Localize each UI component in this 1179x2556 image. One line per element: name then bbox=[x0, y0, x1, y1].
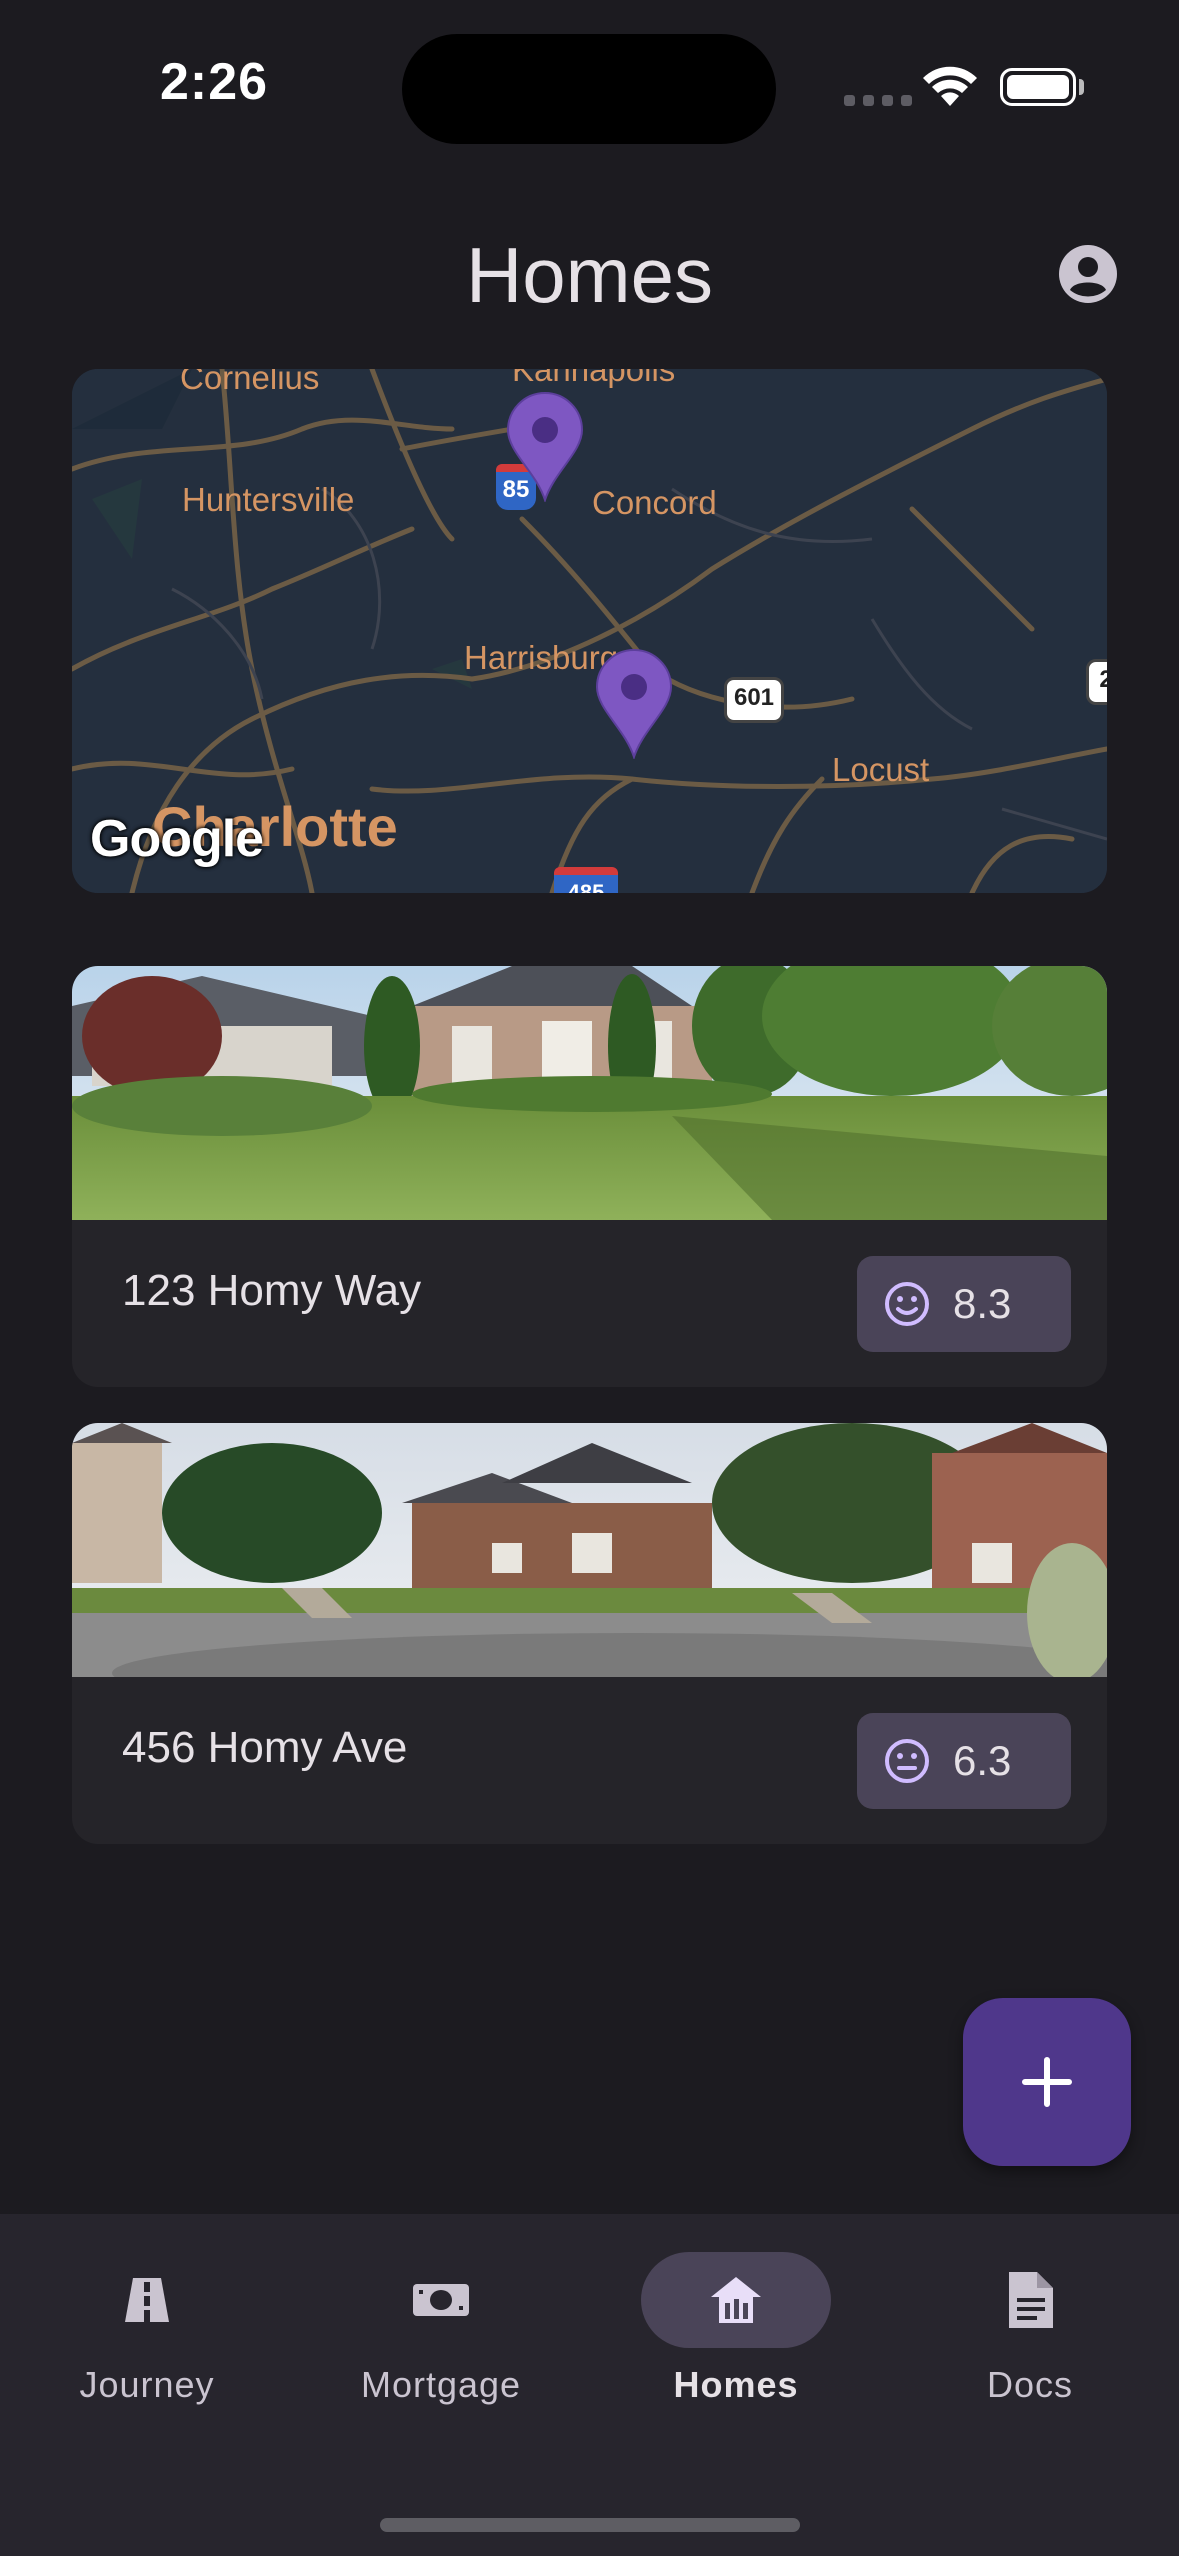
nav-label: Journey bbox=[79, 2364, 215, 2405]
nav-icon-container bbox=[52, 2252, 242, 2348]
homes-screen: 2:26 Homes Cornelius Kannapolis Huntersv… bbox=[0, 0, 1179, 2556]
battery-cap bbox=[1079, 79, 1084, 95]
map-label-huntersville: Huntersville bbox=[182, 481, 355, 518]
add-home-button[interactable] bbox=[963, 1998, 1131, 2166]
home-indicator bbox=[380, 2518, 800, 2532]
nav-item-homes[interactable]: Homes bbox=[589, 2214, 883, 2454]
document-icon bbox=[1009, 2272, 1053, 2328]
map-label-kannapolis: Kannapolis bbox=[512, 369, 676, 388]
map-label-cornelius: Cornelius bbox=[180, 369, 320, 396]
home-photo bbox=[72, 966, 1107, 1220]
map-pin-icon[interactable] bbox=[595, 649, 673, 759]
edge-route-shield: 2 bbox=[1086, 659, 1107, 705]
house-icon bbox=[711, 2277, 761, 2323]
bottom-navigation: Journey Mortgage Homes Docs bbox=[0, 2214, 1179, 2556]
map-label-concord: Concord bbox=[592, 484, 717, 521]
map-label-locust: Locust bbox=[832, 751, 930, 788]
cellular-signal-icon bbox=[844, 95, 912, 106]
status-time: 2:26 bbox=[160, 53, 269, 111]
home-card[interactable]: 456 Homy Ave 6.3 bbox=[72, 1423, 1107, 1844]
road-icon bbox=[125, 2278, 169, 2322]
nav-item-docs[interactable]: Docs bbox=[883, 2214, 1177, 2454]
nav-item-journey[interactable]: Journey bbox=[0, 2214, 294, 2454]
account-circle-icon[interactable] bbox=[1058, 244, 1118, 304]
home-score-value: 8.3 bbox=[953, 1280, 1012, 1327]
smile-face-icon bbox=[885, 1282, 929, 1326]
nav-item-mortgage[interactable]: Mortgage bbox=[294, 2214, 588, 2454]
nav-icon-container bbox=[641, 2252, 831, 2348]
nav-label: Docs bbox=[986, 2364, 1074, 2405]
home-score-value: 6.3 bbox=[953, 1737, 1012, 1784]
neutral-face-icon bbox=[885, 1739, 929, 1783]
battery-icon bbox=[1000, 68, 1076, 106]
nav-label: Homes bbox=[673, 2364, 799, 2405]
home-score-badge[interactable]: 8.3 bbox=[857, 1256, 1071, 1352]
home-address: 456 Homy Ave bbox=[122, 1723, 408, 1772]
map-pin-icon[interactable] bbox=[506, 392, 584, 502]
nav-icon-container bbox=[346, 2252, 536, 2348]
google-attribution: Google bbox=[90, 810, 264, 868]
cash-icon bbox=[413, 2284, 469, 2316]
homes-map[interactable]: Cornelius Kannapolis Huntersville Concor… bbox=[72, 369, 1107, 893]
interstate-485-shield: 485 bbox=[554, 867, 618, 893]
home-address: 123 Homy Way bbox=[122, 1266, 422, 1315]
nav-label: Mortgage bbox=[360, 2364, 522, 2405]
nav-icon-container bbox=[935, 2252, 1125, 2348]
page-title: Homes bbox=[465, 231, 714, 319]
us-601-shield: 601 bbox=[724, 677, 784, 723]
home-photo bbox=[72, 1423, 1107, 1677]
plus-icon bbox=[1022, 2057, 1072, 2107]
home-score-badge[interactable]: 6.3 bbox=[857, 1713, 1071, 1809]
dynamic-island bbox=[402, 34, 776, 144]
wifi-icon bbox=[923, 66, 977, 106]
home-card[interactable]: 123 Homy Way 8.3 bbox=[72, 966, 1107, 1387]
